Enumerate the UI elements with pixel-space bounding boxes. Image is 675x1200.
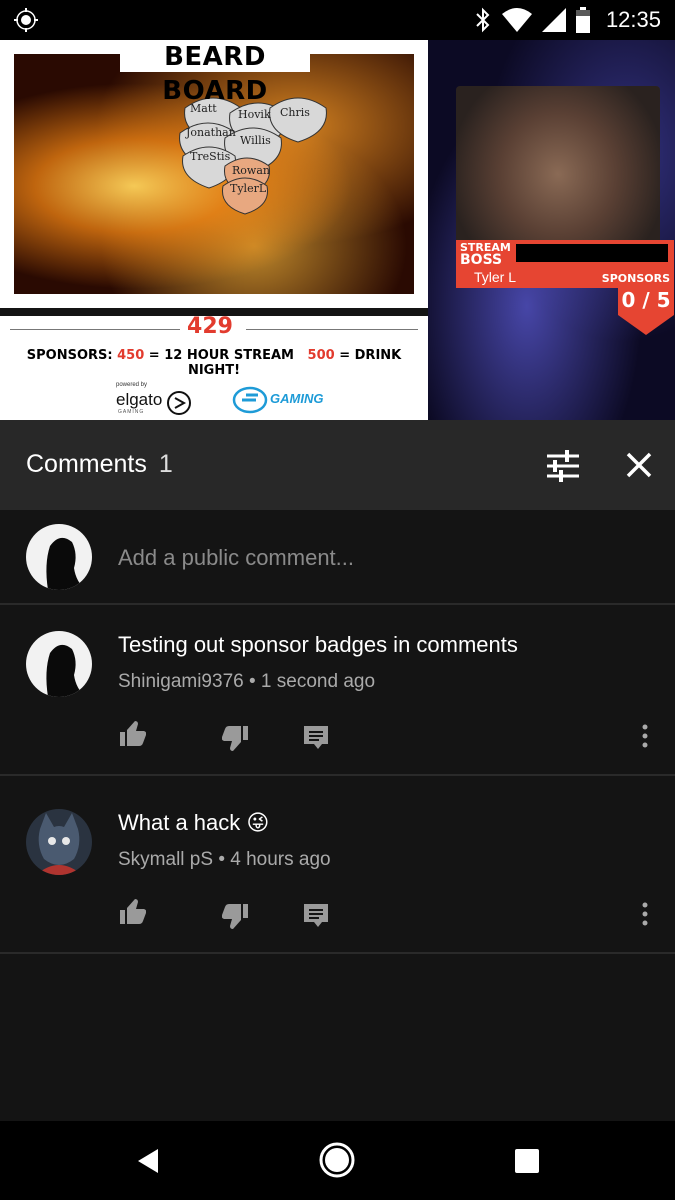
meta-separator: •: [218, 849, 225, 870]
powered-by-text: powered by: [116, 382, 148, 388]
dislike-icon[interactable]: [222, 724, 250, 752]
stream-boss-bar: STREAM BOSS Tyler L SPONSORS: [456, 240, 674, 288]
meta-separator: •: [248, 671, 256, 692]
sort-filter-icon[interactable]: [545, 450, 581, 482]
reply-icon[interactable]: [302, 902, 330, 930]
sponsor-goal-panel: 429 SPONSORS: 450 = 12 HOUR STREAM 500 =…: [0, 314, 428, 378]
elgato-logo: elgato: [116, 390, 163, 409]
navigation-bar: [0, 1121, 675, 1200]
reply-icon[interactable]: [302, 724, 330, 752]
gaming-logo-text: GAMING: [270, 391, 324, 406]
comments-header: Comments 1: [0, 420, 675, 510]
beard-name: Jonathan: [186, 126, 236, 139]
stream-boss-name: Tyler L: [474, 269, 517, 285]
location-icon: [14, 8, 38, 32]
signal-icon: [541, 8, 566, 32]
divider: [0, 952, 675, 954]
back-icon[interactable]: [134, 1147, 162, 1175]
sponsors-label: SPONSORS:: [26, 348, 113, 363]
goal1-value: 450: [117, 348, 145, 363]
goal1-text: = 12 HOUR STREAM: [148, 348, 294, 363]
sponsor-logos: powered by elgato GAMING GAMING: [0, 378, 428, 420]
more-options-icon[interactable]: [636, 900, 654, 928]
comment-author[interactable]: Shinigami9376: [118, 671, 244, 692]
divider: [0, 774, 675, 776]
video-player[interactable]: BEARD BOARD Matt Hovik Chris Jonathan Wi…: [0, 40, 675, 420]
status-bar: 12:35: [0, 0, 675, 40]
like-icon[interactable]: [118, 898, 146, 926]
wifi-icon: [501, 8, 532, 32]
more-options-icon[interactable]: [636, 722, 654, 750]
comment-meta: Skymall pS • 4 hours ago: [118, 849, 331, 871]
recents-icon[interactable]: [514, 1148, 540, 1174]
gaming-logo-icon: [232, 386, 268, 414]
user-avatar: [26, 524, 92, 590]
beard-board-title: BEARD BOARD: [120, 40, 310, 106]
elgato-mark-icon: [167, 391, 191, 415]
divider: [0, 603, 675, 605]
comment-author[interactable]: Skymall pS: [118, 849, 213, 870]
comments-count: 1: [158, 450, 173, 478]
sponsor-count: 429: [187, 314, 233, 339]
like-icon[interactable]: [118, 720, 146, 748]
comment-text: What a hack 😜: [118, 810, 270, 835]
commenter-avatar[interactable]: [26, 809, 92, 875]
close-icon[interactable]: [624, 450, 654, 480]
beard-name: TreStis: [190, 150, 231, 163]
commenter-avatar[interactable]: [26, 631, 92, 697]
comment-time: 1 second ago: [260, 671, 376, 692]
beard-board-panel: BEARD BOARD Matt Hovik Chris Jonathan Wi…: [0, 40, 428, 308]
divider-line: [10, 329, 180, 330]
stream-boss-health-bar: [516, 244, 668, 262]
comment-meta: Shinigami9376 • 1 second ago: [118, 671, 375, 693]
battery-icon: [575, 7, 590, 33]
comment-time: 4 hours ago: [230, 849, 331, 870]
elgato-sub: GAMING: [118, 409, 145, 415]
stream-boss-label: STREAM BOSS: [460, 241, 511, 268]
beard-name: Chris: [280, 106, 310, 119]
sponsor-goals: SPONSORS: 450 = 12 HOUR STREAM 500 = DRI…: [0, 348, 428, 378]
comment-text: Testing out sponsor badges in comments: [118, 632, 518, 657]
comments-title: Comments 1: [26, 450, 173, 479]
add-comment-input[interactable]: Add a public comment...: [118, 545, 354, 571]
bluetooth-icon: [476, 7, 490, 33]
status-time: 12:35: [605, 7, 661, 32]
beard-name: TylerL: [230, 182, 267, 195]
dislike-icon[interactable]: [222, 902, 250, 930]
beard-name: Willis: [240, 134, 271, 147]
comments-title-text: Comments: [26, 450, 147, 478]
goal2-value: 500: [307, 348, 335, 363]
beard-name: Rowan: [232, 164, 270, 177]
divider-line: [246, 329, 418, 330]
home-icon[interactable]: [318, 1141, 356, 1179]
beard-name: Hovik: [238, 108, 271, 121]
sponsors-title: SPONSORS: [601, 272, 670, 285]
